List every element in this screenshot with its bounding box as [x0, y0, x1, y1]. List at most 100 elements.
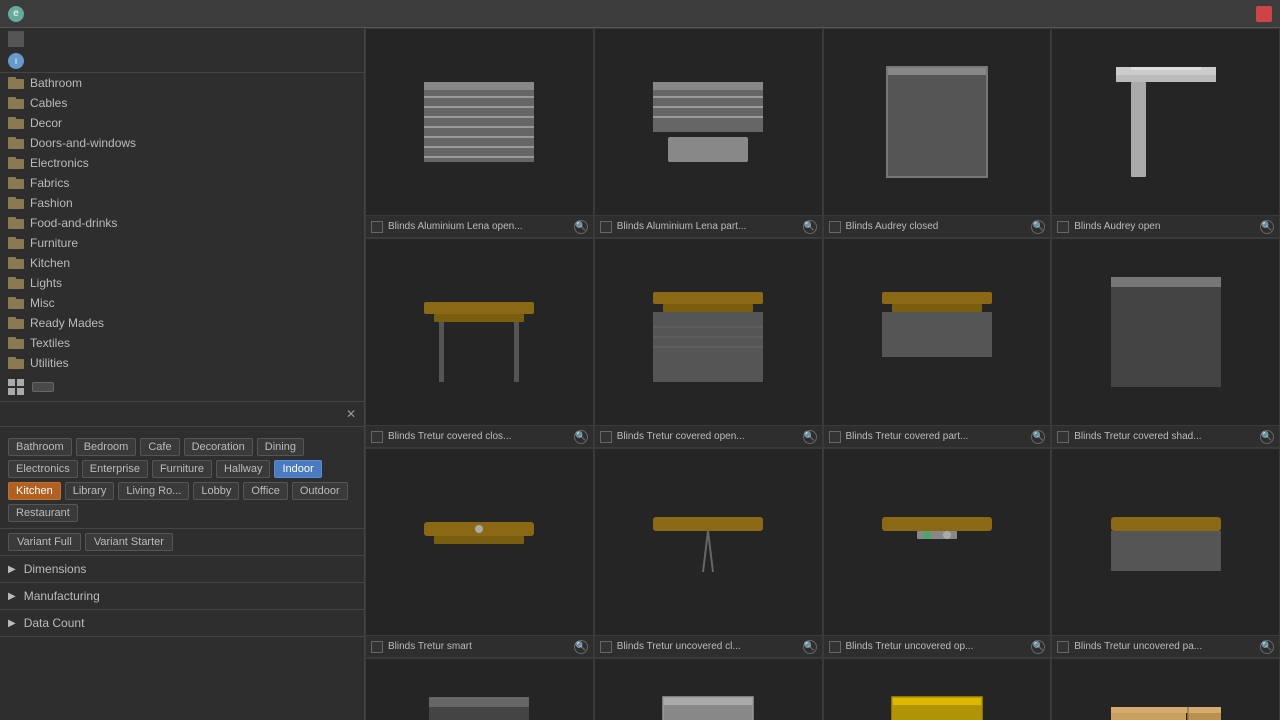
- tag-enterprise[interactable]: Enterprise: [82, 460, 148, 478]
- sidebar-item-bathroom[interactable]: Bathroom: [0, 73, 364, 93]
- folder-icon: [8, 357, 24, 369]
- item-search-icon-4[interactable]: 🔍: [574, 430, 588, 444]
- item-label-3: Blinds Audrey open: [1074, 221, 1260, 232]
- sidebar-item-misc[interactable]: Misc: [0, 293, 364, 313]
- grid-item-9[interactable]: Blinds Tretur uncovered cl...🔍: [594, 448, 823, 658]
- sidebar-item-interniq[interactable]: i: [0, 50, 364, 72]
- folder-icon: [8, 157, 24, 169]
- tag-office[interactable]: Office: [243, 482, 288, 500]
- item-search-icon-2[interactable]: 🔍: [1031, 220, 1045, 234]
- sidebar-item-fabrics[interactable]: Fabrics: [0, 173, 364, 193]
- item-search-icon-6[interactable]: 🔍: [1031, 430, 1045, 444]
- grid-item-0[interactable]: Blinds Aluminium Lena open...🔍: [365, 28, 594, 238]
- grid-item-2[interactable]: Blinds Audrey closed🔍: [823, 28, 1052, 238]
- sidebar-item-decor[interactable]: Decor: [0, 113, 364, 133]
- item-footer-2: Blinds Audrey closed🔍: [824, 215, 1051, 237]
- variant-variant-starter[interactable]: Variant Starter: [85, 533, 173, 551]
- grid-item-4[interactable]: Blinds Tretur covered clos...🔍: [365, 238, 594, 448]
- grid-item-12[interactable]: Blinds Tretur uncovered sh...🔍: [365, 658, 594, 720]
- tag-indoor[interactable]: Indoor: [274, 460, 321, 478]
- sidebar-item-doors-and-windows[interactable]: Doors-and-windows: [0, 133, 364, 153]
- grid-item-6[interactable]: Blinds Tretur covered part...🔍: [823, 238, 1052, 448]
- tag-hallway[interactable]: Hallway: [216, 460, 271, 478]
- grid-item-14[interactable]: Blinds Vivienne open🔍: [823, 658, 1052, 720]
- filter-group-header-manufacturing[interactable]: ▶ Manufacturing: [0, 583, 364, 609]
- tag-dining[interactable]: Dining: [257, 438, 304, 456]
- item-checkbox-8[interactable]: [371, 641, 383, 653]
- item-label-6: Blinds Tretur covered part...: [846, 431, 1032, 442]
- tag-bedroom[interactable]: Bedroom: [76, 438, 137, 456]
- tag-decoration[interactable]: Decoration: [184, 438, 253, 456]
- variant-variant-full[interactable]: Variant Full: [8, 533, 81, 551]
- sidebar-item-ready-mades[interactable]: Ready Mades: [0, 313, 364, 333]
- tag-outdoor[interactable]: Outdoor: [292, 482, 348, 500]
- sidebar-item-fashion[interactable]: Fashion: [0, 193, 364, 213]
- close-button[interactable]: [1256, 6, 1272, 22]
- item-footer-3: Blinds Audrey open🔍: [1052, 215, 1279, 237]
- item-checkbox-9[interactable]: [600, 641, 612, 653]
- item-checkbox-4[interactable]: [371, 431, 383, 443]
- tag-bathroom[interactable]: Bathroom: [8, 438, 72, 456]
- item-checkbox-0[interactable]: [371, 221, 383, 233]
- tags-list: BathroomBedroomCafe DecorationDining Elect…: [8, 438, 356, 522]
- item-search-icon-11[interactable]: 🔍: [1260, 640, 1274, 654]
- filters-close-button[interactable]: ✕: [346, 407, 356, 421]
- grid-item-3[interactable]: Blinds Audrey open🔍: [1051, 28, 1280, 238]
- item-search-icon-3[interactable]: 🔍: [1260, 220, 1274, 234]
- item-search-icon-7[interactable]: 🔍: [1260, 430, 1274, 444]
- item-search-icon-1[interactable]: 🔍: [803, 220, 817, 234]
- grid-item-13[interactable]: Blinds Vivienne closed🔍: [594, 658, 823, 720]
- grid-item-15[interactable]: Cabinet Base Alba corner l...🔍: [1051, 658, 1280, 720]
- item-search-icon-10[interactable]: 🔍: [1031, 640, 1045, 654]
- grid-item-1[interactable]: Blinds Aluminium Lena part...🔍: [594, 28, 823, 238]
- tag-cafe[interactable]: Cafe: [140, 438, 179, 456]
- tag-electronics[interactable]: Electronics: [8, 460, 78, 478]
- filter-groups: ▶ Dimensions ▶ Manufacturing ▶ Data Coun…: [0, 556, 364, 637]
- sidebar-item-cables[interactable]: Cables: [0, 93, 364, 113]
- filter-group-header-data count[interactable]: ▶ Data Count: [0, 610, 364, 636]
- sidebar-item-kitchen[interactable]: Kitchen: [0, 253, 364, 273]
- variant-section: Variant FullVariant Starter: [0, 529, 364, 556]
- item-checkbox-5[interactable]: [600, 431, 612, 443]
- item-checkbox-7[interactable]: [1057, 431, 1069, 443]
- tag-library[interactable]: Library: [65, 482, 115, 500]
- grid-item-11[interactable]: Blinds Tretur uncovered pa...🔍: [1051, 448, 1280, 658]
- sidebar-item-furniture[interactable]: Furniture: [0, 233, 364, 253]
- tag-furniture[interactable]: Furniture: [152, 460, 212, 478]
- item-search-icon-8[interactable]: 🔍: [574, 640, 588, 654]
- chevron-icon: ▶: [8, 618, 16, 629]
- tag-living-ro---[interactable]: Living Ro...: [118, 482, 189, 500]
- tag-restaurant[interactable]: Restaurant: [8, 504, 78, 522]
- item-search-icon-9[interactable]: 🔍: [803, 640, 817, 654]
- tag-kitchen[interactable]: Kitchen: [8, 482, 61, 500]
- item-checkbox-6[interactable]: [829, 431, 841, 443]
- item-search-icon-0[interactable]: 🔍: [574, 220, 588, 234]
- sidebar-item-textiles[interactable]: Textiles: [0, 333, 364, 353]
- folder-icon: [8, 137, 24, 149]
- grid-item-7[interactable]: Blinds Tretur covered shad...🔍: [1051, 238, 1280, 448]
- chevron-icon: ▶: [8, 564, 16, 575]
- grid-item-8[interactable]: Blinds Tretur smart🔍: [365, 448, 594, 658]
- item-search-icon-5[interactable]: 🔍: [803, 430, 817, 444]
- item-thumbnail-14: [824, 659, 1051, 720]
- item-label-2: Blinds Audrey closed: [846, 221, 1032, 232]
- grid-item-10[interactable]: Blinds Tretur uncovered op...🔍: [823, 448, 1052, 658]
- item-checkbox-11[interactable]: [1057, 641, 1069, 653]
- tag-lobby[interactable]: Lobby: [193, 482, 239, 500]
- item-footer-1: Blinds Aluminium Lena part...🔍: [595, 215, 822, 237]
- sidebar-item-electronics[interactable]: Electronics: [0, 153, 364, 173]
- item-thumbnail-3: [1052, 29, 1279, 215]
- item-checkbox-3[interactable]: [1057, 221, 1069, 233]
- spawn-all-button[interactable]: [32, 382, 54, 392]
- sidebar-item-lights[interactable]: Lights: [0, 273, 364, 293]
- grid-item-5[interactable]: Blinds Tretur covered open...🔍: [594, 238, 823, 448]
- filter-group-header-dimensions[interactable]: ▶ Dimensions: [0, 556, 364, 582]
- item-checkbox-1[interactable]: [600, 221, 612, 233]
- item-checkbox-10[interactable]: [829, 641, 841, 653]
- sidebar-item-all[interactable]: [0, 28, 364, 50]
- sidebar-item-utilities[interactable]: Utilities: [0, 353, 364, 373]
- item-footer-10: Blinds Tretur uncovered op...🔍: [824, 635, 1051, 657]
- sidebar-item-food-and-drinks[interactable]: Food-and-drinks: [0, 213, 364, 233]
- item-label-4: Blinds Tretur covered clos...: [388, 431, 574, 442]
- item-checkbox-2[interactable]: [829, 221, 841, 233]
